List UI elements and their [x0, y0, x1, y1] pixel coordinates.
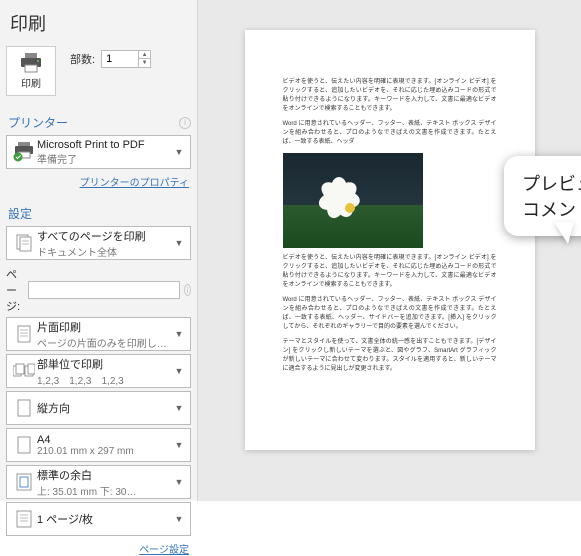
chevron-down-icon: ▼	[172, 329, 186, 339]
print-preview-area: ビデオを使うと、伝えたい内容を明確に表現できます。[オンライン ビデオ] をクリ…	[198, 0, 581, 501]
printer-dropdown[interactable]: Microsoft Print to PDF 準備完了 ▼	[6, 135, 191, 169]
one-per-sheet-icon	[16, 510, 32, 528]
spinner-up-icon[interactable]: ▲	[138, 51, 150, 59]
printer-icon	[19, 53, 43, 73]
chevron-down-icon: ▼	[172, 147, 186, 157]
pages-icon	[14, 233, 34, 253]
annotation-line: コメントが消えた	[522, 196, 581, 222]
settings-heading: 設定	[8, 205, 191, 222]
doc-paragraph: Word に用意されているヘッダー、フッター、表紙、テキスト ボックス デザイン…	[283, 296, 497, 332]
chevron-down-icon: ▼	[172, 366, 186, 376]
annotation-bubble: プレビューから コメントが消えた	[504, 156, 581, 236]
page-range-label: ページ:	[6, 266, 24, 314]
preview-page: ビデオを使うと、伝えたい内容を明確に表現できます。[オンライン ビデオ] をクリ…	[245, 30, 535, 450]
chevron-down-icon: ▼	[172, 440, 186, 450]
printer-status: 準備完了	[37, 151, 172, 166]
chevron-down-icon: ▼	[172, 238, 186, 248]
print-range-dropdown[interactable]: すべてのページを印刷 ドキュメント全体 ▼	[6, 226, 191, 260]
print-button-label: 印刷	[21, 75, 41, 90]
doc-paragraph: ビデオを使うと、伝えたい内容を明確に表現できます。[オンライン ビデオ] をクリ…	[283, 254, 497, 290]
collate-icon	[13, 362, 35, 380]
print-sidebar: 印刷 印刷 部数: ▲ ▼ プリンター i	[0, 0, 198, 501]
printer-ready-icon	[13, 142, 35, 162]
chevron-down-icon: ▼	[172, 514, 186, 524]
annotation-line: プレビューから	[522, 170, 581, 196]
page-setup-link[interactable]: ページ設定	[6, 541, 189, 556]
copies-label: 部数:	[70, 51, 95, 67]
copies-group: 部数: ▲ ▼	[70, 50, 151, 68]
doc-paragraph: テーマとスタイルを使って、文書全体の統一感を出すこともできます。[デザイン] を…	[283, 338, 497, 374]
copies-spinner[interactable]: ▲ ▼	[101, 50, 151, 68]
single-side-icon	[15, 324, 33, 344]
orientation-dropdown[interactable]: 縦方向 ▼	[6, 391, 191, 425]
printer-properties-link[interactable]: プリンターのプロパティ	[6, 174, 189, 189]
printer-name: Microsoft Print to PDF	[37, 139, 172, 151]
print-toolbar: 印刷 部数: ▲ ▼	[6, 46, 191, 96]
spinner-down-icon[interactable]: ▼	[138, 59, 150, 67]
margins-icon	[16, 473, 32, 491]
sided-dropdown[interactable]: 片面印刷 ページの片面のみを印刷し… ▼	[6, 317, 191, 351]
printer-heading: プリンター i	[8, 114, 191, 131]
page-range-row: ページ: i	[6, 266, 191, 314]
doc-paragraph: ビデオを使うと、伝えたい内容を明確に表現できます。[オンライン ビデオ] をクリ…	[283, 78, 497, 114]
paper-icon	[17, 436, 31, 454]
info-icon[interactable]: i	[184, 284, 191, 296]
portrait-icon	[17, 399, 31, 417]
chevron-down-icon: ▼	[172, 477, 186, 487]
doc-paragraph: Word に用意されているヘッダー、フッター、表紙、テキスト ボックス デザイン…	[283, 120, 497, 147]
chevron-down-icon: ▼	[172, 403, 186, 413]
paper-size-dropdown[interactable]: A4 210.01 mm x 297 mm ▼	[6, 428, 191, 462]
margins-dropdown[interactable]: 標準の余白 上: 35.01 mm 下: 30… ▼	[6, 465, 191, 499]
copies-input[interactable]	[102, 51, 138, 67]
pages-per-sheet-dropdown[interactable]: 1 ページ/枚 ▼	[6, 502, 191, 536]
page-range-input[interactable]	[28, 281, 180, 299]
page-title: 印刷	[10, 10, 187, 36]
print-button[interactable]: 印刷	[6, 46, 56, 96]
collate-dropdown[interactable]: 部単位で印刷 1,2,3 1,2,3 1,2,3 ▼	[6, 354, 191, 388]
doc-image	[283, 153, 423, 248]
info-icon[interactable]: i	[179, 117, 191, 129]
